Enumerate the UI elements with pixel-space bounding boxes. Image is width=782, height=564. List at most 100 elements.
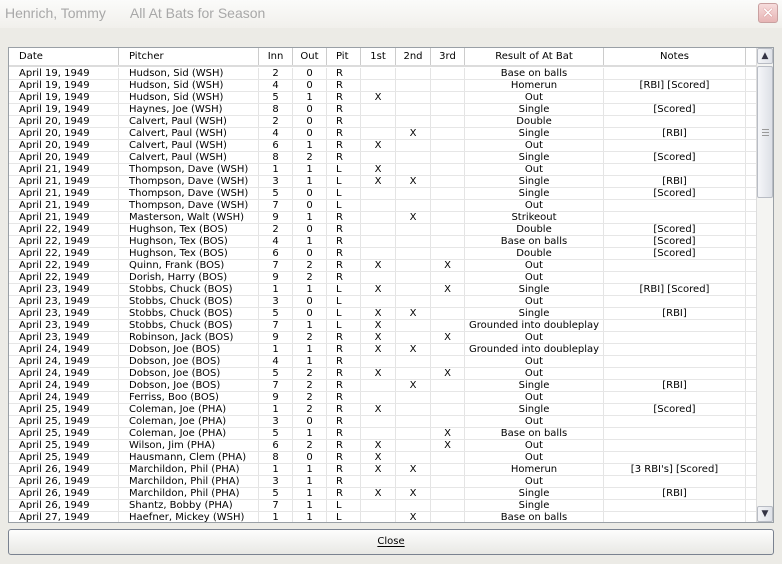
cell-result: Out — [465, 296, 604, 307]
table-row[interactable]: April 24, 1949 Dobson, Joe (BOS) 1 1 R X X Grou… — [9, 344, 757, 356]
cell-result: Out — [465, 272, 604, 283]
table-row[interactable]: April 25, 1949 Wilson, Jim (PHA) 6 2 R X X Out — [9, 440, 757, 452]
cell-pitcher: Dobson, Joe (BOS) — [119, 380, 259, 391]
table-row[interactable]: April 19, 1949 Hudson, Sid (WSH) 2 0 R Base o… — [9, 68, 757, 80]
close-window-button[interactable]: ✕ — [758, 3, 778, 23]
header-pitcher-hand[interactable]: Pit — [327, 48, 361, 65]
cell-outs: 2 — [293, 392, 327, 403]
cell-inning: 2 — [259, 68, 293, 79]
table-row[interactable]: April 22, 1949 Hughson, Tex (BOS) 4 1 R Base … — [9, 236, 757, 248]
cell-pitcher: Coleman, Joe (PHA) — [119, 404, 259, 415]
chevron-down-icon: ▼ — [761, 509, 769, 519]
cell-date: April 27, 1949 — [9, 512, 119, 522]
cell-pitcher-hand: R — [327, 68, 361, 79]
table-row[interactable]: April 24, 1949 Dobson, Joe (BOS) 7 2 R X Singl… — [9, 380, 757, 392]
cell-inning: 8 — [259, 452, 293, 463]
cell-outs: 0 — [293, 416, 327, 427]
table-row[interactable]: April 20, 1949 Calvert, Paul (WSH) 4 0 R X Sin… — [9, 128, 757, 140]
cell-runner-3rd — [431, 212, 465, 223]
table-row[interactable]: April 26, 1949 Marchildon, Phil (PHA) 1 1 R X… — [9, 464, 757, 476]
cell-inning: 1 — [259, 344, 293, 355]
cell-date: April 20, 1949 — [9, 152, 119, 163]
header-pitcher[interactable]: Pitcher — [119, 48, 259, 65]
table-row[interactable]: April 23, 1949 Robinson, Jack (BOS) 9 2 R X X O… — [9, 332, 757, 344]
table-row[interactable]: April 21, 1949 Thompson, Dave (WSH) 5 0 L Sin… — [9, 188, 757, 200]
cell-outs: 1 — [293, 512, 327, 522]
table-row[interactable]: April 20, 1949 Calvert, Paul (WSH) 6 1 R X Out — [9, 140, 757, 152]
table-row[interactable]: April 21, 1949 Thompson, Dave (WSH) 3 1 L X X S… — [9, 176, 757, 188]
cell-runner-3rd — [431, 320, 465, 331]
cell-runner-3rd — [431, 380, 465, 391]
scroll-up-button[interactable]: ▲ — [757, 48, 773, 64]
cell-inning: 1 — [259, 284, 293, 295]
scroll-down-button[interactable]: ▼ — [757, 506, 773, 522]
table-row[interactable]: April 20, 1949 Calvert, Paul (WSH) 2 0 R Doub… — [9, 116, 757, 128]
table-row[interactable]: April 22, 1949 Dorish, Harry (BOS) 9 2 R Out — [9, 272, 757, 284]
cell-runner-2nd: X — [396, 512, 431, 522]
table-row[interactable]: April 22, 1949 Quinn, Frank (BOS) 7 2 R X X Out — [9, 260, 757, 272]
cell-outs: 1 — [293, 92, 327, 103]
cell-runner-2nd — [396, 320, 431, 331]
table-row[interactable]: April 19, 1949 Hudson, Sid (WSH) 5 1 R X Out — [9, 92, 757, 104]
table-row[interactable]: April 23, 1949 Stobbs, Chuck (BOS) 5 0 L X X Si… — [9, 308, 757, 320]
cell-date: April 26, 1949 — [9, 476, 119, 487]
header-inning[interactable]: Inn — [259, 48, 293, 65]
table-row[interactable]: April 24, 1949 Dobson, Joe (BOS) 5 2 R X X Out — [9, 368, 757, 380]
table-row[interactable]: April 25, 1949 Coleman, Joe (PHA) 5 1 R X Base… — [9, 428, 757, 440]
cell-runner-1st — [361, 512, 396, 522]
header-runner-2nd[interactable]: 2nd — [396, 48, 431, 65]
table-row[interactable]: April 24, 1949 Ferriss, Boo (BOS) 9 2 R Out — [9, 392, 757, 404]
cell-runner-1st — [361, 212, 396, 223]
table-row[interactable]: April 21, 1949 Thompson, Dave (WSH) 1 1 L X Ou… — [9, 164, 757, 176]
table-row[interactable]: April 19, 1949 Hudson, Sid (WSH) 4 0 R Homeru… — [9, 80, 757, 92]
cell-pitcher-hand: R — [327, 260, 361, 271]
scroll-thumb[interactable] — [757, 66, 773, 198]
table-row[interactable]: April 27, 1949 Haefner, Mickey (WSH) 1 1 L X B… — [9, 512, 757, 522]
header-runner-1st[interactable]: 1st — [361, 48, 396, 65]
cell-runner-2nd — [396, 152, 431, 163]
table-row[interactable]: April 26, 1949 Marchildon, Phil (PHA) 3 1 R O… — [9, 476, 757, 488]
header-notes[interactable]: Notes — [604, 48, 746, 65]
cell-runner-3rd — [431, 188, 465, 199]
cell-runner-1st: X — [361, 464, 396, 475]
header-date[interactable]: Date — [9, 48, 119, 65]
table-row[interactable]: April 23, 1949 Stobbs, Chuck (BOS) 1 1 L X X Si… — [9, 284, 757, 296]
cell-pitcher-hand: R — [327, 248, 361, 259]
table-row[interactable]: April 25, 1949 Coleman, Joe (PHA) 3 0 R Out — [9, 416, 757, 428]
table-row[interactable]: April 21, 1949 Masterson, Walt (WSH) 9 1 R X S… — [9, 212, 757, 224]
cell-notes — [604, 260, 746, 271]
cell-outs: 0 — [293, 128, 327, 139]
cell-outs: 1 — [293, 500, 327, 511]
cell-runner-2nd — [396, 416, 431, 427]
table-row[interactable]: April 23, 1949 Stobbs, Chuck (BOS) 3 0 L Out — [9, 296, 757, 308]
cell-pitcher-hand: R — [327, 344, 361, 355]
cell-inning: 7 — [259, 260, 293, 271]
table-row[interactable]: April 26, 1949 Marchildon, Phil (PHA) 5 1 R X… — [9, 488, 757, 500]
cell-runner-1st — [361, 476, 396, 487]
table-row[interactable]: April 26, 1949 Shantz, Bobby (PHA) 7 1 L Sing… — [9, 500, 757, 512]
cell-inning: 6 — [259, 140, 293, 151]
vertical-scrollbar[interactable]: ▲ ▼ — [756, 48, 773, 522]
table-row[interactable]: April 22, 1949 Hughson, Tex (BOS) 2 0 R Doubl… — [9, 224, 757, 236]
close-button[interactable]: Close — [8, 529, 774, 555]
cell-runner-1st: X — [361, 404, 396, 415]
header-runner-3rd[interactable]: 3rd — [431, 48, 465, 65]
table-row[interactable]: April 21, 1949 Thompson, Dave (WSH) 7 0 L Out — [9, 200, 757, 212]
cell-runner-3rd — [431, 68, 465, 79]
cell-notes — [604, 512, 746, 522]
table-row[interactable]: April 25, 1949 Hausmann, Clem (PHA) 8 0 R X Ou… — [9, 452, 757, 464]
table-row[interactable]: April 25, 1949 Coleman, Joe (PHA) 1 2 R X Sing… — [9, 404, 757, 416]
table-row[interactable]: April 23, 1949 Stobbs, Chuck (BOS) 7 1 L X Gro… — [9, 320, 757, 332]
table-row[interactable]: April 20, 1949 Calvert, Paul (WSH) 8 2 R Sing… — [9, 152, 757, 164]
cell-date: April 25, 1949 — [9, 416, 119, 427]
cell-runner-1st — [361, 428, 396, 439]
table-row[interactable]: April 19, 1949 Haynes, Joe (WSH) 8 0 R Single… — [9, 104, 757, 116]
cell-runner-3rd — [431, 92, 465, 103]
header-outs[interactable]: Out — [293, 48, 327, 65]
table-row[interactable]: April 24, 1949 Dobson, Joe (BOS) 4 1 R Out — [9, 356, 757, 368]
cell-notes: [Scored] — [604, 248, 746, 259]
cell-pitcher: Hudson, Sid (WSH) — [119, 80, 259, 91]
table-row[interactable]: April 22, 1949 Hughson, Tex (BOS) 6 0 R Doubl… — [9, 248, 757, 260]
header-result[interactable]: Result of At Bat — [465, 48, 604, 65]
cell-pitcher-hand: L — [327, 164, 361, 175]
